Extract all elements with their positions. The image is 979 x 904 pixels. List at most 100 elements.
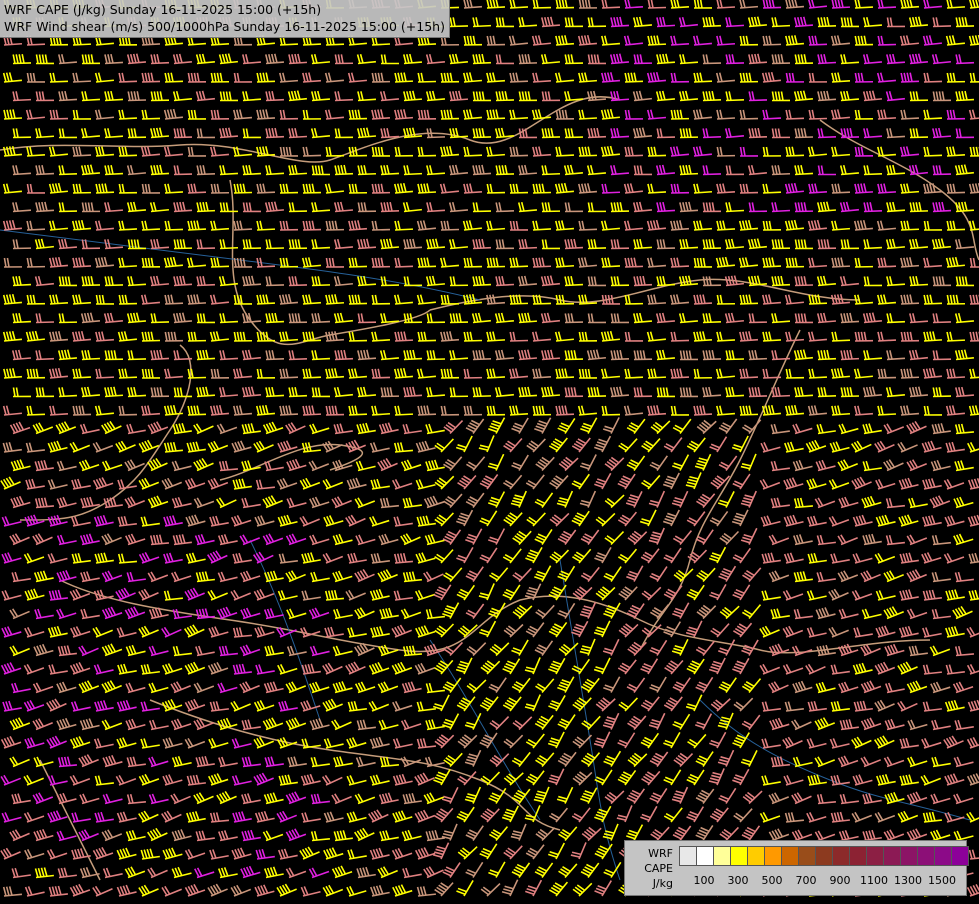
wind-barb xyxy=(371,477,390,489)
wind-barb xyxy=(503,840,522,859)
wind-barb xyxy=(703,17,721,27)
wind-barb xyxy=(933,313,951,323)
wind-barb xyxy=(532,108,551,119)
legend-swatch xyxy=(849,846,867,866)
wind-barb xyxy=(829,474,849,489)
wind-barb xyxy=(95,551,114,563)
title-box: WRF CAPE (J/kg) Sunday 16-11-2025 15:00 … xyxy=(0,0,450,38)
wind-barb xyxy=(650,821,669,840)
wind-barb xyxy=(72,330,91,341)
wind-barb xyxy=(490,636,509,655)
wind-barb xyxy=(242,275,261,285)
wind-barb xyxy=(671,331,689,341)
legend-swatch xyxy=(679,846,697,866)
wind-barb xyxy=(650,747,668,767)
wind-barb xyxy=(594,802,611,822)
wind-barb xyxy=(188,405,206,415)
wind-barb xyxy=(674,562,693,581)
wind-barb xyxy=(815,714,835,729)
wind-barb xyxy=(173,533,192,544)
wind-barb xyxy=(358,165,376,175)
wind-barb xyxy=(0,844,20,859)
wind-barb xyxy=(128,350,146,360)
wind-barb xyxy=(610,164,629,174)
wind-barb xyxy=(588,54,606,63)
wind-barb xyxy=(784,513,804,526)
wind-barb xyxy=(348,220,367,230)
wind-barb xyxy=(434,803,453,822)
wind-barb xyxy=(641,691,659,711)
wind-barb xyxy=(371,552,390,563)
wind-barb xyxy=(49,662,68,674)
wind-barb xyxy=(838,455,858,470)
wind-barb xyxy=(58,756,77,767)
wind-barb xyxy=(57,532,76,544)
wind-barb xyxy=(851,474,871,489)
wind-barb xyxy=(349,110,367,119)
wind-barb xyxy=(57,827,77,840)
wind-barb xyxy=(27,184,45,193)
wind-barb xyxy=(165,294,183,304)
wind-barb xyxy=(580,450,596,470)
wind-barb xyxy=(279,293,298,304)
wind-barb xyxy=(118,477,137,489)
wind-barb xyxy=(277,475,297,489)
wind-barb xyxy=(73,368,91,378)
legend-label-unit: J/kg xyxy=(629,876,673,891)
wind-barb xyxy=(47,808,67,822)
wind-barb xyxy=(932,127,951,137)
wind-barb xyxy=(673,673,691,693)
wind-barb xyxy=(588,17,606,26)
wind-barb xyxy=(441,369,459,378)
wind-barb xyxy=(743,785,762,804)
wind-barb xyxy=(58,53,77,63)
wind-barb xyxy=(876,513,896,526)
wind-barb xyxy=(580,635,595,655)
wind-barb xyxy=(886,53,905,63)
wind-barb xyxy=(35,127,54,137)
wind-barb xyxy=(188,332,206,341)
wind-barb xyxy=(487,184,505,193)
wind-barb xyxy=(434,877,453,896)
wind-barb xyxy=(818,350,836,360)
wind-barb xyxy=(403,496,422,507)
wind-barb xyxy=(288,164,307,174)
wind-barb xyxy=(967,660,979,674)
wind-barb xyxy=(334,238,353,249)
wind-barb xyxy=(716,109,734,119)
legend-tick-label: 1100 xyxy=(860,874,888,887)
wind-barb xyxy=(234,220,252,230)
wind-barb xyxy=(265,386,284,396)
wind-barb xyxy=(312,239,330,249)
legend-swatch xyxy=(696,846,714,866)
wind-barb xyxy=(831,700,850,711)
wind-barb xyxy=(12,866,31,877)
wind-barb xyxy=(393,735,412,748)
wind-barb xyxy=(627,636,646,655)
wind-barb xyxy=(197,313,215,322)
wind-barb xyxy=(441,406,459,415)
wind-barb xyxy=(786,369,804,378)
wind-barb xyxy=(394,293,413,304)
wind-barb xyxy=(73,405,91,415)
wind-barb xyxy=(380,349,399,360)
wind-barb xyxy=(435,729,454,748)
wind-barb xyxy=(370,884,389,896)
wind-barb xyxy=(817,793,836,804)
wind-barb xyxy=(233,109,252,119)
wind-barb xyxy=(909,16,928,27)
wind-barb xyxy=(301,772,321,785)
wind-barb xyxy=(618,654,636,674)
wind-barb xyxy=(232,772,251,785)
wind-barb xyxy=(150,349,168,359)
wind-barb xyxy=(923,367,942,378)
wind-barb xyxy=(863,533,882,545)
wind-barb xyxy=(149,679,169,693)
wind-barb xyxy=(877,109,896,119)
wind-barb xyxy=(808,404,827,415)
wind-barb xyxy=(946,440,965,452)
wind-barb xyxy=(694,294,712,304)
wind-barb xyxy=(466,562,484,582)
wind-barb xyxy=(11,457,31,470)
wind-barb xyxy=(26,146,45,156)
